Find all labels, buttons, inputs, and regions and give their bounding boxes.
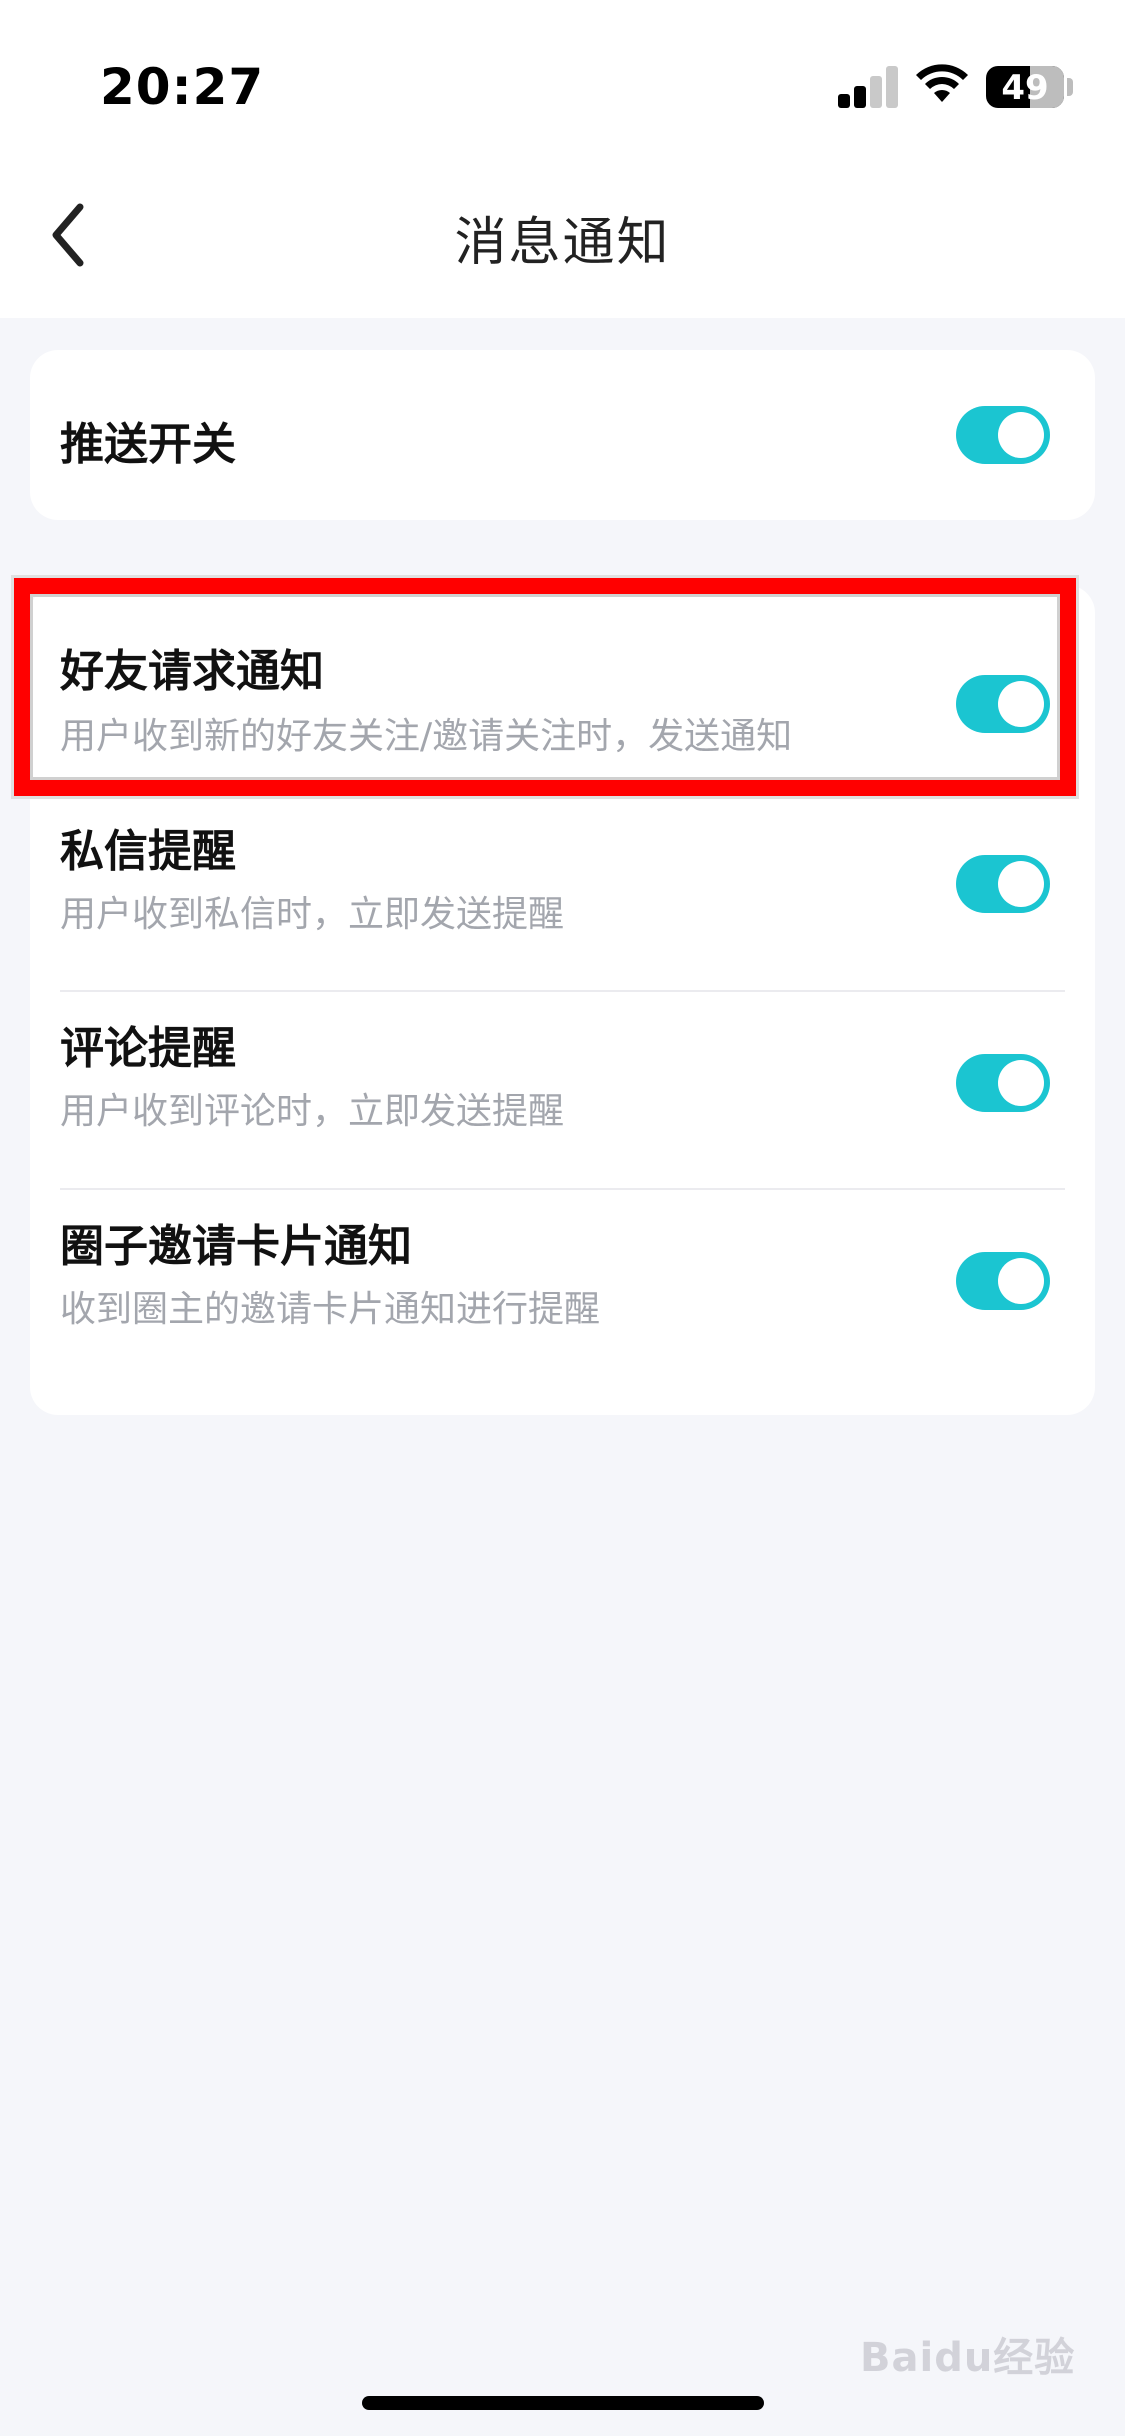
list-item-private-message: 私信提醒 用户收到私信时，立即发送提醒	[60, 785, 1065, 983]
list-item-subtitle: 用户收到评论时，立即发送提醒	[60, 1091, 565, 1132]
home-indicator[interactable]	[362, 2396, 764, 2410]
watermark: Baidu经验	[860, 2335, 1076, 2381]
list-item-comment: 评论提醒 用户收到评论时，立即发送提醒	[60, 992, 1065, 1190]
list-item-subtitle: 收到圈主的邀请卡片通知进行提醒	[60, 1289, 601, 1330]
list-item-friend-request: 好友请求通知 用户收到新的好友关注/邀请关注时，发送通知	[60, 585, 1065, 785]
list-item-title: 评论提醒	[60, 1023, 236, 1074]
friend-request-toggle[interactable]	[956, 675, 1050, 733]
list-item-circle-invite: 圈子邀请卡片通知 收到圈主的邀请卡片通知进行提醒	[60, 1190, 1065, 1415]
battery-level: 49	[1001, 68, 1049, 108]
status-time: 20:27	[100, 58, 265, 116]
list-item-title: 圈子邀请卡片通知	[60, 1221, 412, 1272]
screen: 20:27 49 消息通知 推送开关 好友请求通知 用户收到新的好友关注/邀请关…	[0, 0, 1125, 2436]
list-item-subtitle: 用户收到私信时，立即发送提醒	[60, 894, 565, 935]
wifi-icon	[916, 64, 968, 102]
list-item-subtitle: 用户收到新的好友关注/邀请关注时，发送通知	[60, 716, 793, 757]
battery-icon: 49	[986, 66, 1064, 108]
push-switch-card: 推送开关	[30, 350, 1095, 520]
notification-list-card: 好友请求通知 用户收到新的好友关注/邀请关注时，发送通知 私信提醒 用户收到私信…	[30, 585, 1095, 1415]
comment-toggle[interactable]	[956, 1054, 1050, 1112]
push-switch-row: 推送开关	[60, 350, 1065, 520]
push-switch-label: 推送开关	[60, 419, 236, 470]
page-title: 消息通知	[454, 213, 671, 273]
cellular-signal-icon	[838, 64, 898, 108]
header-area: 20:27 49 消息通知	[0, 0, 1125, 318]
private-message-toggle[interactable]	[956, 855, 1050, 913]
list-item-title: 好友请求通知	[60, 646, 324, 697]
list-item-title: 私信提醒	[60, 826, 236, 877]
circle-invite-toggle[interactable]	[956, 1252, 1050, 1310]
push-switch-toggle[interactable]	[956, 406, 1050, 464]
battery-cap	[1067, 78, 1073, 96]
